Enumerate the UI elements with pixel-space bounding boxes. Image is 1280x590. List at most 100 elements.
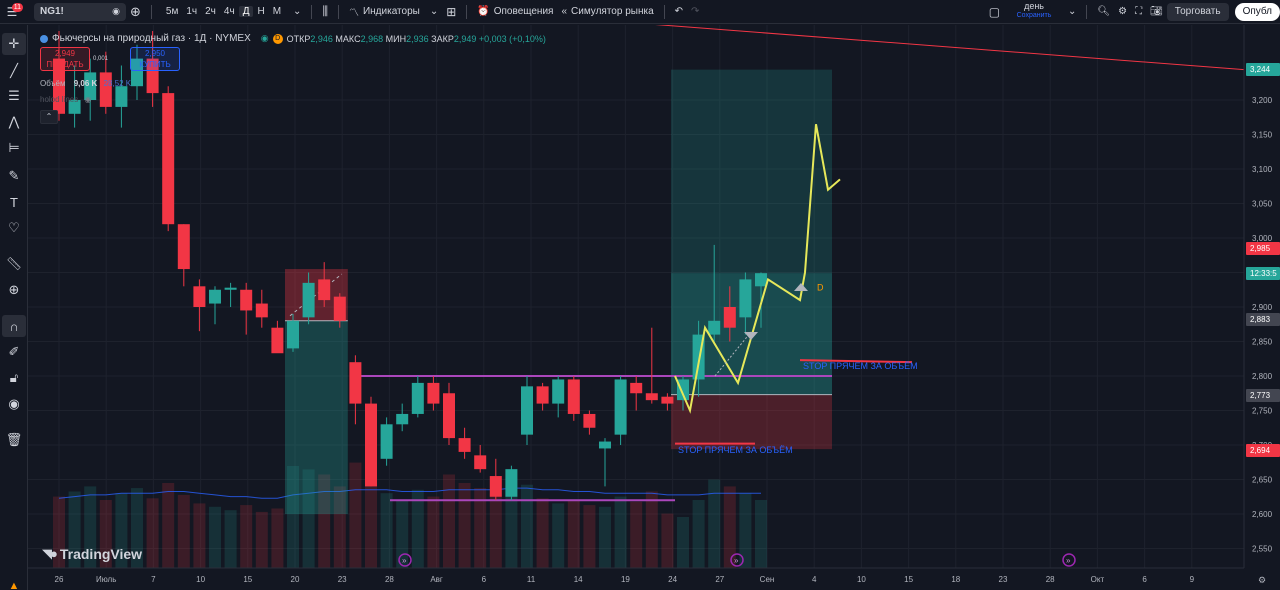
time-tick: 6 [1142, 575, 1147, 584]
magnet-tool[interactable]: ∩ [2, 315, 26, 337]
volume-bar [599, 506, 611, 568]
event-marker-icon: » [734, 556, 739, 565]
volume-bar [567, 500, 580, 568]
indicators-button[interactable]: 〽 Индикаторы ⌄ [345, 2, 442, 22]
event-marker-icon: » [402, 556, 407, 565]
close-label: ЗАКР [431, 33, 454, 44]
candle-body [630, 382, 643, 394]
time-tick: 23 [338, 575, 347, 584]
time-tick: Авг [430, 575, 443, 584]
lock-icon: 🔓︎ [9, 370, 19, 385]
object-tree-button[interactable]: ▲ [2, 575, 26, 590]
price-tick: 2,850 [1252, 338, 1273, 347]
app-menu-button[interactable]: ☰ 11 [0, 2, 24, 22]
volume-bar [193, 503, 206, 568]
lock-drawings-tool[interactable]: ✐ [2, 341, 26, 363]
collapse-legend-button[interactable]: ⌃ [40, 110, 58, 124]
snapshot-button[interactable]: 📷︎ [1146, 2, 1167, 22]
candle-body [209, 289, 221, 304]
trade-button[interactable]: Торговать [1166, 2, 1229, 21]
price-badge-label: 3,244 [1250, 65, 1271, 74]
buy-button[interactable]: 2,950 КУПИТЬ [130, 47, 180, 71]
drawing-toolbar: ✛ ╱ ☰ ⋀ ⊨ ✎ T ♡ 📏︎ ⊕ ∩ ✐ 🔓︎ ◉ 🗑︎ ▲ [0, 25, 28, 590]
candle-body [599, 441, 611, 449]
time-tick: 27 [715, 575, 724, 584]
symbol-search[interactable]: NG1! ◉ [34, 2, 126, 21]
delete-drawings-tool[interactable]: 🗑︎ [2, 429, 26, 451]
ruler-tool[interactable]: 📏︎ [2, 253, 26, 275]
replay-button[interactable]: « Симулятор рынка [557, 2, 657, 22]
legend-title[interactable]: Фьючерсы на природный газ · 1Д · NYMEX [52, 33, 251, 44]
candle-body [723, 307, 736, 328]
brush-tool[interactable]: ✎ [2, 165, 26, 187]
chart-canvas[interactable]: D STOP ПРЯЧЕМ ЗА ОБЪЁМ STOP ПРЯЧЕМ ЗА ОБЪЁ… [28, 25, 1280, 590]
search-icon: 🔍︎ [1097, 6, 1111, 17]
timeframe-2[interactable]: 2ч [201, 6, 220, 17]
time-tick: 14 [574, 575, 583, 584]
timeframe-5[interactable]: Н [253, 6, 268, 17]
crosshair-tool[interactable]: ✛ [2, 33, 26, 55]
timeframe-6[interactable]: М [269, 6, 285, 17]
redo-button[interactable]: ↷ [687, 2, 703, 22]
volume-legend[interactable]: Объём 9,06 K 28,52 K [40, 79, 131, 88]
sell-button[interactable]: 2,949 ПРОДАТЬ [40, 47, 90, 71]
price-tick: 3,150 [1252, 131, 1273, 140]
time-axis-settings-icon: ⚙ [1258, 575, 1266, 585]
publish-button[interactable]: Опубл [1234, 2, 1280, 21]
volume-bar [224, 510, 237, 568]
layout-dropdown[interactable]: ⌄ [1064, 2, 1080, 22]
fullscreen-button[interactable]: ⛶ [1131, 2, 1146, 22]
text-tool[interactable]: T [2, 191, 26, 213]
camera-icon: 📷︎ [1150, 6, 1163, 17]
visibility-tool[interactable]: ◉ [2, 393, 26, 415]
volume-bar [755, 500, 767, 568]
indicators-icon: 〽 [348, 8, 359, 19]
volume-bar [240, 505, 253, 568]
layout-toggle[interactable]: ▢ [985, 2, 1004, 22]
candle-body [396, 413, 409, 425]
pattern-tool[interactable]: ⋀ [2, 111, 26, 133]
candle-body [193, 286, 206, 307]
time-tick: 15 [904, 575, 913, 584]
timeframe-dropdown[interactable]: ⌄ [289, 2, 305, 22]
layout-save-button[interactable]: день Сохранить [1004, 1, 1064, 22]
icon-tool[interactable]: ♡ [2, 217, 26, 239]
alerts-button[interactable]: ⏰ Оповещения [473, 2, 557, 22]
square-icon: ▢ [988, 4, 1001, 19]
volume-bar [583, 505, 596, 568]
candle-body [318, 279, 331, 301]
settings-button[interactable]: ⚙ [1114, 2, 1131, 22]
templates-button[interactable]: ⊞ [442, 2, 460, 22]
hold-lines-legend[interactable]: holod lines ◉ [40, 95, 91, 104]
zoom-tool[interactable]: ⊕ [2, 279, 26, 301]
candle-body [115, 86, 128, 107]
timeframe-1[interactable]: 1ч [182, 6, 201, 17]
fib-tool[interactable]: ☰ [2, 85, 26, 107]
volume-bar [645, 491, 658, 568]
plus-icon: ⊕ [130, 3, 141, 19]
high-value: 2,968 [360, 33, 384, 44]
volume-bar [692, 500, 705, 568]
timeframe-4[interactable]: Д [238, 6, 254, 17]
timeframe-3[interactable]: 4ч [220, 6, 239, 17]
add-symbol-button[interactable]: ⊕ [126, 2, 145, 22]
sell-label: ПРОДАТЬ [46, 60, 84, 69]
candle-body [240, 289, 253, 311]
open-value: 2,946 [310, 33, 333, 44]
time-tick: 18 [951, 575, 960, 584]
trendline-tool[interactable]: ╱ [2, 60, 26, 82]
undo-button[interactable]: ↶ [671, 2, 687, 22]
candle-body [162, 93, 175, 225]
alarm-icon: ⏰ [477, 6, 490, 17]
trade-label: Торговать [1174, 6, 1221, 17]
sell-price: 2,949 [54, 49, 76, 58]
candle-body [536, 386, 549, 404]
timeframe-0[interactable]: 5м [162, 6, 182, 17]
candle-body [505, 469, 518, 497]
forecast-tool[interactable]: ⊨ [2, 137, 26, 159]
buy-price: 2,950 [144, 49, 166, 58]
quick-search-button[interactable]: 🔍︎ [1093, 2, 1114, 22]
lock-tool[interactable]: 🔓︎ [2, 367, 26, 389]
chart-type-button[interactable]: ⫼ [318, 2, 332, 22]
price-badge-label: 2,694 [1250, 446, 1271, 455]
